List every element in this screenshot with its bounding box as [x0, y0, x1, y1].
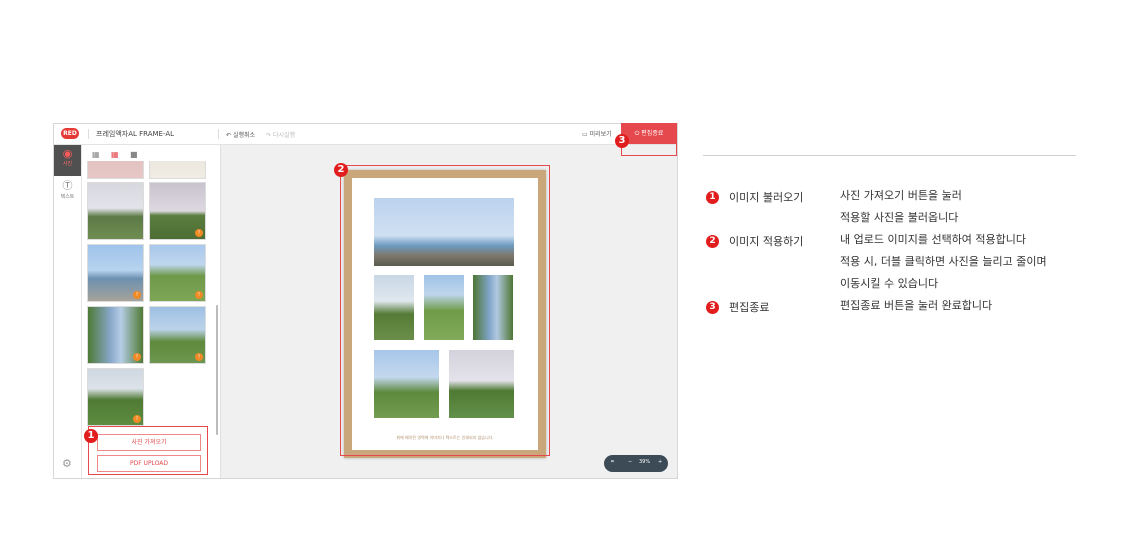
brand-logo[interactable]: RED: [61, 128, 79, 139]
rail-item-text[interactable]: Ⓣ 텍스트: [54, 179, 81, 207]
undo-button[interactable]: ↶ 실행취소: [226, 130, 255, 139]
grid-view-icon[interactable]: ▦: [111, 150, 119, 159]
legend-description: 내 업로드 이미지를 선택하여 적용합니다 적용 시, 더블 클릭하면 사진을 …: [840, 229, 1047, 295]
settings-gear-icon[interactable]: ⚙: [62, 457, 72, 470]
redo-label: 다시실행: [272, 132, 296, 139]
warning-badge-icon: !: [195, 229, 203, 237]
legend-term: 이미지 불러오기: [729, 191, 804, 204]
zoom-out-button[interactable]: −: [628, 459, 632, 465]
legend-description: 편집종료 버튼을 눌러 완료합니다: [840, 295, 992, 317]
legend-number: 3: [706, 301, 719, 314]
warning-badge-icon: !: [133, 353, 141, 361]
zoom-control: ⌗ − 39% +: [604, 455, 668, 472]
undo-icon: ↶: [226, 132, 232, 139]
photo-thumbnail[interactable]: !: [87, 368, 144, 426]
warning-badge-icon: !: [195, 353, 203, 361]
photo-thumbnail[interactable]: !: [149, 182, 206, 240]
callout-number: 2: [334, 163, 348, 177]
photo-thumbnail[interactable]: !: [149, 244, 206, 302]
camera-icon: ◉: [62, 147, 73, 160]
redo-button[interactable]: ↷ 다시실행: [266, 130, 295, 139]
photo-thumbnail[interactable]: !: [149, 306, 206, 364]
rail-item-photo[interactable]: ◉ 사진: [54, 145, 81, 176]
legend-description: 사진 가져오기 버튼을 눌러 적용할 사진을 불러옵니다: [840, 185, 962, 229]
redo-icon: ↷: [266, 132, 272, 139]
product-title: 프레임액자AL FRAME-AL: [96, 130, 175, 138]
list-view-icon[interactable]: ▦: [92, 150, 100, 159]
top-toolbar: RED 프레임액자AL FRAME-AL ↶ 실행취소 ↷ 다시실행 ▭ 미리보…: [54, 124, 677, 145]
toolbar-divider: [88, 129, 89, 139]
zoom-level: 39%: [639, 459, 651, 465]
legend-line: 이동시킬 수 있습니다: [840, 277, 939, 290]
legend-number: 1: [706, 191, 719, 204]
highlight-finish: [621, 123, 677, 156]
warning-badge-icon: !: [195, 291, 203, 299]
thumbnail-grid: ! ! ! ! ! !: [87, 161, 209, 427]
photo-thumbnail[interactable]: !: [87, 244, 144, 302]
toolbar-divider: [218, 129, 219, 139]
warning-badge-icon: !: [133, 415, 141, 423]
undo-label: 실행취소: [232, 132, 256, 139]
legend-line: 편집종료 버튼을 눌러 완료합니다: [840, 299, 993, 312]
preview-button[interactable]: ▭ 미리보기: [582, 129, 612, 138]
zoom-in-button[interactable]: +: [658, 459, 662, 465]
highlight-canvas: [340, 165, 550, 456]
photo-thumbnail[interactable]: [149, 161, 206, 179]
rail-text-label: 텍스트: [60, 194, 75, 200]
monitor-icon: ▭: [582, 131, 588, 138]
large-view-icon[interactable]: ■: [130, 150, 138, 159]
rail-photo-label: 사진: [62, 161, 73, 167]
warning-badge-icon: !: [133, 291, 141, 299]
text-icon: Ⓣ: [62, 181, 73, 192]
photo-thumbnail[interactable]: [87, 182, 144, 240]
panel-scrollbar[interactable]: [216, 305, 218, 435]
callout-number: 3: [615, 134, 629, 148]
legend-divider: [703, 155, 1076, 156]
preview-label: 미리보기: [589, 131, 612, 138]
legend-term: 편집종료: [729, 301, 770, 314]
highlight-import-buttons: [88, 426, 208, 475]
callout-number: 1: [84, 429, 98, 443]
photo-thumbnail[interactable]: [87, 161, 144, 179]
legend-term: 이미지 적용하기: [729, 235, 804, 248]
fit-screen-icon[interactable]: ⌗: [611, 459, 614, 465]
photo-thumbnail[interactable]: !: [87, 306, 144, 364]
left-rail: ◉ 사진 Ⓣ 텍스트 ⚙: [54, 145, 82, 478]
legend-number: 2: [706, 235, 719, 248]
legend-line: 사진 가져오기 버튼을 눌러: [840, 189, 962, 202]
legend-line: 내 업로드 이미지를 선택하여 적용합니다: [840, 233, 1027, 246]
legend-line: 적용할 사진을 불러옵니다: [840, 211, 959, 224]
legend-line: 적용 시, 더블 클릭하면 사진을 늘리고 줄이며: [840, 255, 1047, 268]
